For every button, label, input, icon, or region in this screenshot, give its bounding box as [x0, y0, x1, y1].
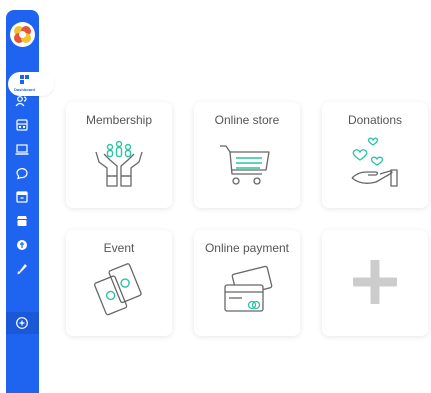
plus-icon	[353, 260, 397, 304]
sidebar-add-section	[6, 312, 39, 334]
laptop-icon	[15, 144, 29, 155]
sidebar-item-label: Dashboard	[14, 87, 35, 92]
membership-hands-icon	[95, 140, 143, 187]
chat-icon	[16, 168, 28, 180]
sidebar-item-add[interactable]	[15, 316, 29, 330]
sidebar-item-laptop[interactable]	[15, 142, 29, 156]
sidebar-item-users[interactable]	[15, 94, 29, 108]
tickets-icon	[94, 263, 142, 316]
sidebar-item-dashboard[interactable]: Dashboard	[8, 72, 54, 96]
hearts-hand-icon	[351, 137, 398, 187]
store-icon	[17, 216, 27, 226]
sidebar-item-donation[interactable]	[15, 238, 29, 252]
online-payment-card[interactable]: Online payment	[194, 230, 300, 336]
rocket-icon	[17, 264, 27, 275]
membership-card[interactable]: Membership	[66, 102, 172, 208]
archive-icon	[16, 191, 28, 203]
event-card[interactable]: Event	[66, 230, 172, 336]
donations-card[interactable]: Donations	[322, 102, 428, 208]
sidebar-item-chat[interactable]	[15, 166, 29, 180]
credit-cards-icon	[224, 265, 273, 312]
sidebar-item-archive[interactable]	[15, 190, 29, 204]
donation-icon	[17, 240, 27, 250]
add-circle-icon	[16, 317, 28, 329]
sidebar-item-store[interactable]	[15, 214, 29, 228]
add-card[interactable]	[322, 230, 428, 336]
calculator-icon	[16, 119, 28, 131]
shopping-cart-icon	[220, 145, 270, 185]
users-icon	[15, 96, 27, 107]
online-store-card[interactable]: Online store	[194, 102, 300, 208]
sidebar-item-calculator[interactable]	[15, 118, 29, 132]
logo[interactable]	[10, 22, 35, 47]
sidebar: Dashboard	[6, 10, 54, 393]
dashboard-icon	[20, 75, 29, 84]
logo-icon	[14, 26, 31, 43]
sidebar-item-rocket[interactable]	[15, 262, 29, 276]
